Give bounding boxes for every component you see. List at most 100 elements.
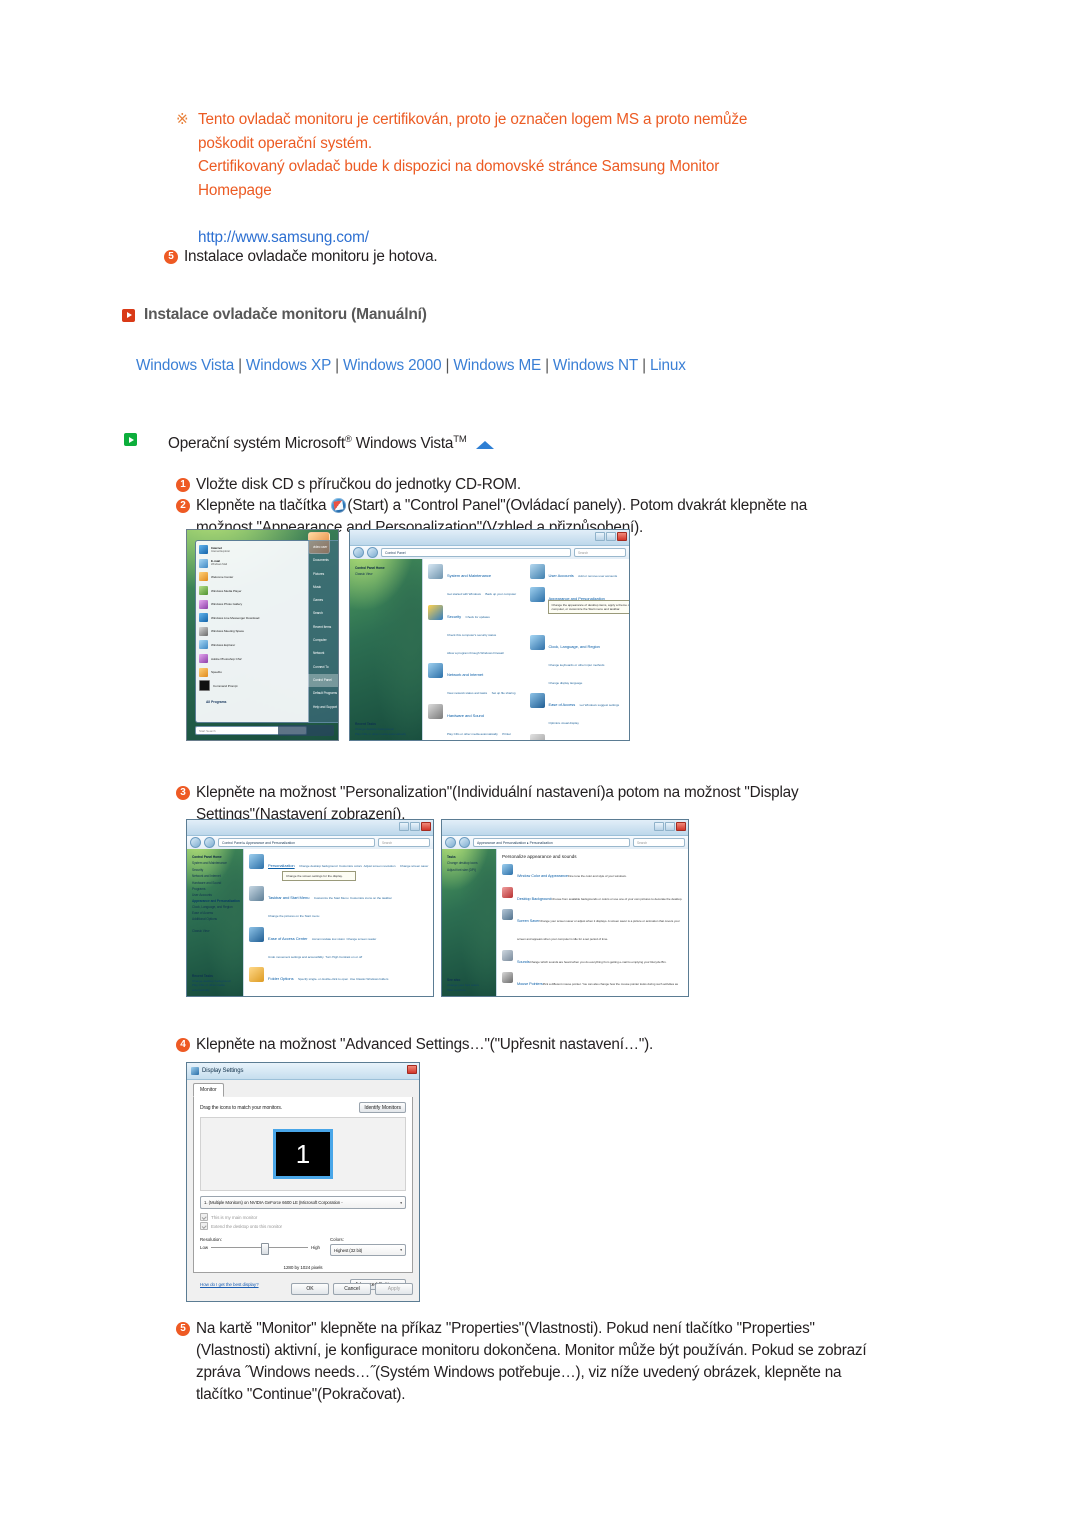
maximize-icon[interactable]	[606, 532, 616, 541]
chevron-down-icon[interactable]: ▾	[400, 1248, 402, 1252]
category-link[interactable]: Check this computer's security status	[447, 633, 496, 637]
os-link-windows-xp[interactable]: Windows XP	[246, 357, 331, 374]
back-icon[interactable]	[353, 547, 364, 558]
start-menu-item[interactable]: Windows Media Player	[196, 584, 309, 598]
display-adapter-dropdown[interactable]: 1. (Multiple Monitors) on NVIDIA GeForce…	[200, 1196, 406, 1209]
item-folder-options[interactable]: Folder Options Specify single- or double…	[249, 967, 429, 996]
category-link[interactable]: Allow a program through Windows Firewall	[447, 651, 504, 655]
minimize-icon[interactable]	[399, 822, 409, 831]
category-link[interactable]: Add or remove user accounts	[578, 574, 617, 578]
sidebar-item-classic-view[interactable]: Classic View	[350, 571, 422, 577]
forward-icon[interactable]	[367, 547, 378, 558]
start-menu-right-item[interactable]: video user	[308, 541, 338, 554]
category-system-and-maintenance[interactable]: System and Maintenance Get started with …	[428, 564, 524, 600]
category-link[interactable]: Get started with Windows	[447, 592, 481, 596]
plink-window-color[interactable]: Window Color and AppearanceFine tune the…	[502, 864, 684, 882]
plink-mouse-pointers[interactable]: Mouse PointersPick a different mouse poi…	[502, 972, 684, 996]
start-menu-item[interactable]: Adobe Photoshop CS2	[196, 652, 309, 666]
start-menu-item[interactable]: Windows Photo Gallery	[196, 597, 309, 611]
forward-icon[interactable]	[204, 837, 215, 848]
colors-dropdown[interactable]: Highest (32 bit) ▾	[330, 1244, 406, 1256]
category-link[interactable]: Change display language	[549, 681, 583, 685]
sidebar-item-selected[interactable]: Appearance and Personalization	[187, 899, 243, 904]
close-icon[interactable]	[617, 532, 627, 541]
start-menu-item[interactable]: Windows Explorer	[196, 638, 309, 652]
category-additional-options[interactable]: Additional Options	[529, 733, 626, 740]
item-link[interactable]: Customize the Start Menu Customize icons…	[314, 896, 392, 900]
window-controls[interactable]	[399, 822, 431, 831]
os-link-windows-vista[interactable]: Windows Vista	[136, 357, 234, 374]
category-link[interactable]: Printer	[502, 732, 511, 736]
search-input[interactable]: Search	[378, 838, 430, 847]
item-link[interactable]: Change desktop background Customize colo…	[299, 864, 395, 868]
category-link[interactable]: Optimize visual display	[549, 721, 579, 725]
start-menu-right-item[interactable]: Recent Items	[308, 621, 338, 634]
plink-sounds[interactable]: SoundsChange which sounds are heard when…	[502, 949, 684, 968]
category-link[interactable]: Change keyboards or other input methods	[549, 663, 605, 667]
start-menu-right-item[interactable]: Help and Support	[308, 701, 338, 714]
main-monitor-checkbox[interactable]	[200, 1213, 208, 1221]
main-monitor-checkbox-row[interactable]: This is my main monitor	[200, 1213, 406, 1221]
start-menu-right-item[interactable]: Network	[308, 647, 338, 660]
category-link[interactable]: Back up your computer	[485, 592, 516, 596]
start-menu-item[interactable]: Windows Meeting Space	[196, 625, 309, 639]
os-link-windows-2000[interactable]: Windows 2000	[343, 357, 442, 374]
back-to-top-triangle-icon[interactable]	[475, 441, 494, 450]
search-input[interactable]: Search	[574, 548, 626, 557]
recent-task-item[interactable]: Play CDs or other media automatically	[355, 732, 422, 736]
address-input[interactable]: Appearance and Personalization ▸ Persona…	[473, 838, 630, 847]
start-menu-item[interactable]: Windows Live Messenger Download	[196, 611, 309, 625]
monitor-arrangement-stage[interactable]: 1	[200, 1117, 406, 1191]
category-link[interactable]: Play CDs or other media automatically	[447, 732, 498, 736]
window-controls[interactable]	[407, 1065, 417, 1074]
window-controls[interactable]	[654, 822, 686, 831]
best-display-help-link[interactable]: How do I get the best display?	[200, 1282, 259, 1287]
power-buttons-bar[interactable]	[278, 725, 334, 736]
start-menu-right-item[interactable]: Pictures	[308, 568, 338, 581]
category-ease-of-access[interactable]: Ease of Access Let Windows suggest setti…	[529, 693, 626, 729]
start-menu-item[interactable]: Welcome Center	[196, 570, 309, 584]
os-link-windows-nt[interactable]: Windows NT	[553, 357, 638, 374]
back-icon[interactable]	[445, 837, 456, 848]
back-icon[interactable]	[190, 837, 201, 848]
start-menu-right-item[interactable]: Documents	[308, 554, 338, 567]
category-clock-language-region[interactable]: Clock, Language, and Region Change keybo…	[529, 634, 626, 689]
start-menu-right-item[interactable]: Connect To	[308, 661, 338, 674]
cancel-button[interactable]: Cancel	[333, 1283, 371, 1295]
category-hardware-and-sound[interactable]: Hardware and Sound Play CDs or other med…	[428, 703, 524, 741]
start-menu-right-item[interactable]: Default Programs	[308, 687, 338, 700]
maximize-icon[interactable]	[665, 822, 675, 831]
see-also-item[interactable]: Take a picture	[447, 988, 496, 992]
os-link-windows-me[interactable]: Windows ME	[453, 357, 541, 374]
category-link[interactable]: View network status and tasks	[447, 691, 487, 695]
identify-monitors-button[interactable]: Identify Monitors	[359, 1102, 406, 1113]
start-menu-right-item[interactable]: Games	[308, 594, 338, 607]
maximize-icon[interactable]	[410, 822, 420, 831]
slider-thumb[interactable]	[261, 1243, 270, 1255]
item-link[interactable]: Undo movement settings and accessibility…	[268, 955, 362, 959]
minimize-icon[interactable]	[654, 822, 664, 831]
item-link[interactable]: Show hidden files and folders	[268, 995, 307, 996]
item-personalization[interactable]: Personalization Change desktop backgroun…	[249, 854, 429, 872]
extend-desktop-checkbox-row[interactable]: Extend the desktop onto this monitor	[200, 1222, 406, 1230]
item-link[interactable]: Change the pictures on the Start menu	[268, 914, 319, 918]
item-link[interactable]: Specify single- or double-click to open …	[298, 977, 388, 981]
address-input[interactable]: Control Panel ▸ Appearance and Personali…	[218, 838, 375, 847]
category-link[interactable]: Set up file sharing	[492, 691, 516, 695]
all-programs-button[interactable]: All Programs	[206, 700, 227, 704]
address-input[interactable]: Control Panel	[381, 548, 571, 557]
monitor-1-thumbnail[interactable]: 1	[273, 1129, 333, 1179]
close-icon[interactable]	[421, 822, 431, 831]
extend-desktop-checkbox[interactable]	[200, 1222, 208, 1230]
item-taskbar-and-start-menu[interactable]: Taskbar and Start Menu Customize the Sta…	[249, 886, 429, 922]
item-link[interactable]: Change screen saver	[400, 864, 429, 868]
category-network-and-internet[interactable]: Network and Internet View network status…	[428, 663, 524, 699]
start-menu-right-item-control-panel[interactable]: Control Panel	[308, 673, 338, 688]
sidebar-item[interactable]: Additional Options	[187, 916, 243, 922]
category-user-accounts[interactable]: User Accounts Add or remove user account…	[529, 564, 626, 582]
start-menu-item[interactable]: Internet Internet Explorer	[196, 543, 309, 557]
os-link-linux[interactable]: Linux	[650, 357, 686, 374]
start-menu-right-item[interactable]: Computer	[308, 634, 338, 647]
window-controls[interactable]	[595, 532, 627, 541]
plink-desktop-background[interactable]: Desktop BackgroundChoose from available …	[502, 886, 684, 905]
